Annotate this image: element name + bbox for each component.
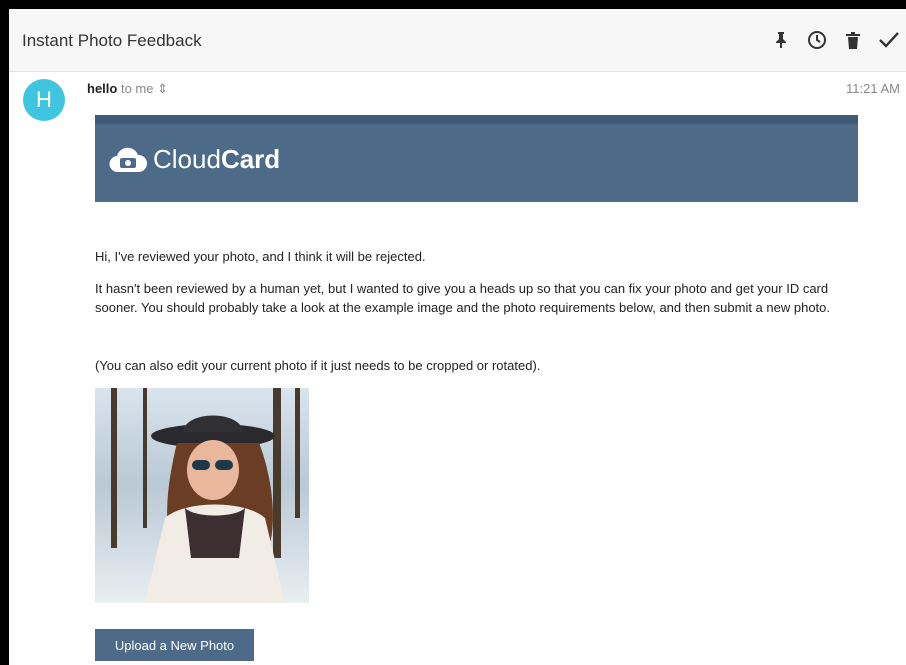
message-paragraph-1: Hi, I've reviewed your photo, and I thin… bbox=[95, 249, 426, 264]
message-time: 11:21 AM bbox=[846, 81, 900, 96]
email-header: Instant Photo Feedback bbox=[9, 9, 906, 72]
pin-icon[interactable] bbox=[770, 29, 792, 51]
check-icon[interactable] bbox=[878, 29, 900, 51]
email-subject: Instant Photo Feedback bbox=[22, 31, 202, 50]
brand-name-light: Cloud bbox=[153, 144, 221, 174]
brand-logo: Cloud Card bbox=[109, 144, 280, 175]
trash-icon[interactable] bbox=[842, 29, 864, 51]
brand-name-bold: Card bbox=[220, 144, 281, 174]
brand-banner: Cloud Card bbox=[95, 115, 858, 202]
recipient-label: to me bbox=[120, 81, 154, 96]
message-paragraph-2: It hasn't been reviewed by a human yet, … bbox=[95, 281, 831, 315]
message-paragraph-3: (You can also edit your current photo if… bbox=[95, 358, 541, 373]
clock-icon[interactable] bbox=[806, 29, 828, 51]
avatar: H bbox=[23, 79, 65, 121]
upload-new-photo-button[interactable]: Upload a New Photo bbox=[95, 629, 254, 661]
cloud-icon bbox=[109, 147, 147, 172]
email-window: Instant Photo Feedback H hello to me ⇕ 1… bbox=[0, 0, 906, 665]
sender-name: hello bbox=[87, 81, 118, 96]
example-photo bbox=[95, 388, 309, 603]
details-toggle-icon[interactable]: ⇕ bbox=[157, 81, 168, 96]
sender-line[interactable]: hello to me ⇕ bbox=[87, 81, 168, 97]
email-actions bbox=[770, 29, 900, 51]
